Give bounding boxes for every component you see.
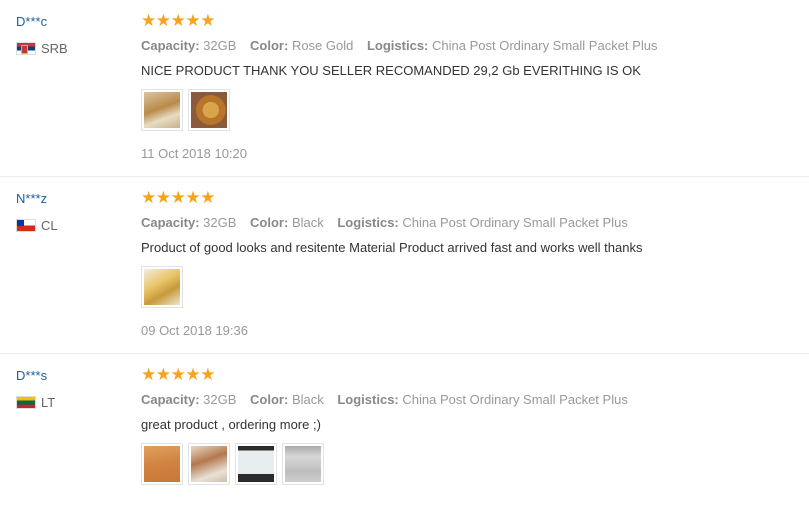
product-photo-image [238,446,274,482]
review-photo-thumbnail[interactable] [141,266,183,308]
star-icon: ★ [141,365,157,384]
buyer-country: LT [16,394,126,410]
logistics-value: China Post Ordinary Small Packet Plus [432,38,658,53]
review-content: ★ ★ ★ ★ ★ Capacity: 32GB Color: Black Logist… [141,189,799,339]
star-icon: ★ [170,365,186,384]
review-date: 11 Oct 2018 10:20 [141,146,248,161]
product-photo-image [144,446,180,482]
star-icon: ★ [170,188,186,207]
country-code: LT [41,394,56,410]
lithuania-flag-icon [16,395,36,409]
color-label: Color: [250,215,289,230]
review-photo-thumbnail[interactable] [141,89,183,131]
review-text: great product , ordering more ;) [141,417,321,432]
capacity-label: Capacity: [141,392,200,407]
color-label: Color: [250,392,289,407]
star-icon: ★ [141,188,157,207]
star-rating: ★ ★ ★ ★ ★ [141,189,799,207]
review-photos [141,89,799,131]
product-photo-image [144,92,180,128]
order-attributes: Capacity: 32GB Color: Black Logistics: C… [141,392,799,408]
logistics-value: China Post Ordinary Small Packet Plus [402,215,628,230]
star-icon: ★ [200,11,216,30]
review-photos [141,443,799,485]
logistics-label: Logistics: [337,215,399,230]
country-code: SRB [41,40,68,56]
order-attributes: Capacity: 32GB Color: Black Logistics: C… [141,215,799,231]
product-photo-image [191,92,227,128]
review-item: D***s LT ★ ★ ★ ★ ★ Capacity: 32GB Color: Bla… [0,354,809,531]
feedback-list: D***c SRB ★ ★ ★ ★ ★ Capacity: 32GB Color: Ro… [0,0,809,531]
country-code: CL [41,217,58,233]
star-rating: ★ ★ ★ ★ ★ [141,366,799,384]
review-photo-thumbnail[interactable] [141,443,183,485]
star-icon: ★ [155,11,172,30]
serbia-flag-icon [16,41,36,55]
color-value: Black [291,392,324,407]
star-icon: ★ [141,11,157,30]
review-text: NICE PRODUCT THANK YOU SELLER RECOMANDED… [141,63,641,78]
product-photo-image [285,446,321,482]
review-text: Product of good looks and resitente Mate… [141,240,643,255]
logistics-value: China Post Ordinary Small Packet Plus [402,392,628,407]
capacity-value: 32GB [203,215,237,230]
star-icon: ★ [200,188,216,207]
star-icon: ★ [185,188,201,207]
logistics-label: Logistics: [366,38,429,53]
review-content: ★ ★ ★ ★ ★ Capacity: 32GB Color: Black Logist… [141,366,799,485]
review-date: 09 Oct 2018 19:36 [141,323,248,338]
buyer-country: SRB [16,40,126,56]
review-item: D***c SRB ★ ★ ★ ★ ★ Capacity: 32GB Color: Ro… [0,0,809,177]
star-icon: ★ [155,188,172,207]
product-photo-image [144,269,180,305]
buyer-name: D***s [16,368,48,383]
review-photos [141,266,799,308]
capacity-label: Capacity: [141,215,200,230]
review-item: N***z CL ★ ★ ★ ★ ★ Capacity: 32GB Color: Bla… [0,177,809,354]
capacity-value: 32GB [203,392,237,407]
buyer-name: D***c [16,14,48,29]
product-photo-image [191,446,227,482]
buyer-info: D***s LT [16,367,126,410]
buyer-country: CL [16,217,126,233]
review-photo-thumbnail[interactable] [282,443,324,485]
buyer-info: D***c SRB [16,13,126,56]
review-photo-thumbnail[interactable] [188,443,230,485]
star-icon: ★ [185,11,201,30]
color-label: Color: [250,38,289,53]
review-photo-thumbnail[interactable] [188,89,230,131]
star-icon: ★ [155,365,172,384]
star-rating: ★ ★ ★ ★ ★ [141,12,799,30]
buyer-info: N***z CL [16,190,126,233]
review-photo-thumbnail[interactable] [235,443,277,485]
buyer-name: N***z [16,191,48,206]
order-attributes: Capacity: 32GB Color: Rose Gold Logistic… [141,38,799,54]
color-value: Black [291,215,324,230]
star-icon: ★ [200,365,216,384]
capacity-value: 32GB [203,38,237,53]
chile-flag-icon [16,218,36,232]
logistics-label: Logistics: [337,392,399,407]
color-value: Rose Gold [291,38,354,53]
star-icon: ★ [170,11,186,30]
capacity-label: Capacity: [141,38,200,53]
star-icon: ★ [185,365,201,384]
review-content: ★ ★ ★ ★ ★ Capacity: 32GB Color: Rose Gold Lo… [141,12,799,162]
